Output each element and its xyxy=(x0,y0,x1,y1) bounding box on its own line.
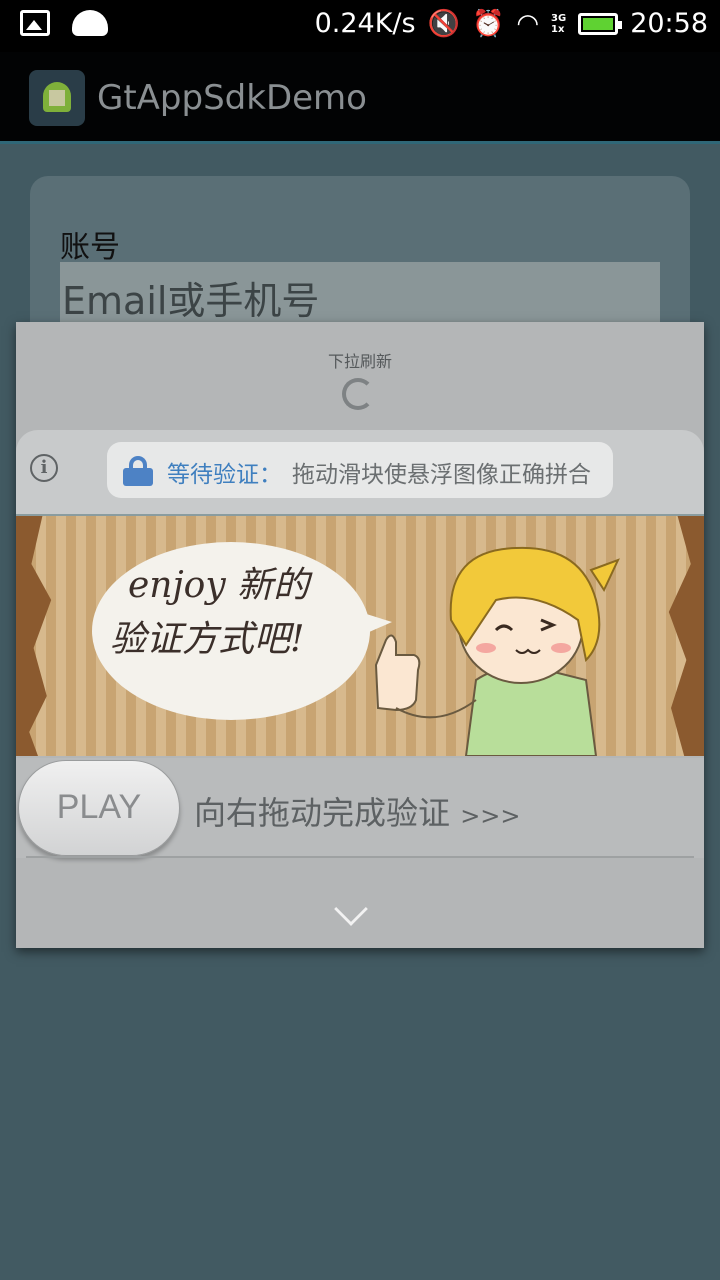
torn-edge-left xyxy=(16,516,52,756)
app-bar: GtAppSdkDemo xyxy=(0,52,720,144)
app-title: GtAppSdkDemo xyxy=(97,78,367,118)
pull-refresh-hint: 下拉刷新 xyxy=(327,352,392,371)
captcha-footer xyxy=(16,858,704,948)
captcha-status: 等待验证： 拖动滑块使悬浮图像正确拼合 xyxy=(107,442,613,498)
clock: 20:58 xyxy=(630,8,708,39)
captcha-image: enjoy 新的 验证方式吧! xyxy=(16,516,704,756)
bubble-text-line2: 验证方式吧! xyxy=(110,619,305,660)
net-speed: 0.24K/s xyxy=(314,8,416,39)
refresh-icon xyxy=(342,378,374,410)
wifi-icon: ◠ xyxy=(516,8,540,39)
cartoon-girl-illustration xyxy=(374,546,620,756)
chevron-down-icon[interactable] xyxy=(334,892,368,926)
account-placeholder: Email或手机号 xyxy=(62,279,320,323)
battery-icon xyxy=(578,12,623,35)
account-label: 账号 xyxy=(60,230,120,265)
status-bar: 0.24K/s 🔇 ⏰ ◠ 3G 1x 20:58 xyxy=(0,0,720,52)
image-notification-icon xyxy=(20,10,50,36)
captcha-header: i 等待验证： 拖动滑块使悬浮图像正确拼合 xyxy=(16,430,704,516)
slider-row[interactable]: PLAY 向右拖动完成验证 >>> xyxy=(16,758,704,858)
status-message: 拖动滑块使悬浮图像正确拼合 xyxy=(292,462,591,488)
slider-handle[interactable]: PLAY xyxy=(18,760,180,856)
android-notification-icon xyxy=(72,10,108,36)
info-icon[interactable]: i xyxy=(30,454,58,482)
status-key: 等待验证： xyxy=(167,462,282,488)
bubble-text-line1: enjoy 新的 xyxy=(128,565,310,606)
lock-icon xyxy=(123,456,153,486)
app-icon[interactable] xyxy=(29,70,85,126)
account-input[interactable]: Email或手机号 xyxy=(60,262,660,324)
torn-edge-right xyxy=(668,516,704,756)
slider-arrows: >>> xyxy=(460,802,521,830)
mute-icon: 🔇 xyxy=(427,8,460,39)
alarm-icon: ⏰ xyxy=(471,8,505,39)
captcha-dialog: 下拉刷新 i 等待验证： 拖动滑块使悬浮图像正确拼合 enjoy 新的 验证方式… xyxy=(16,322,704,948)
slider-hint: 向右拖动完成验证 >>> xyxy=(194,794,521,832)
network-indicator: 3G 1x xyxy=(551,12,567,35)
